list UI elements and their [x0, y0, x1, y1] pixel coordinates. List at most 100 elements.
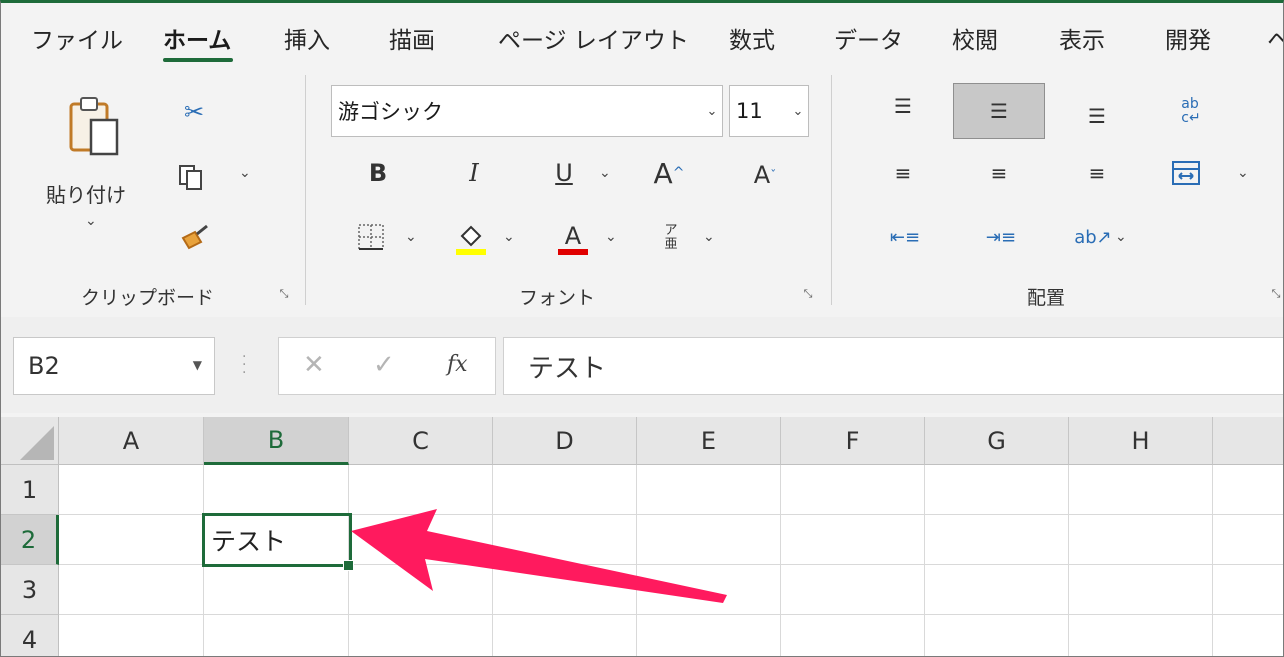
- tab-view[interactable]: 表示: [1059, 21, 1105, 55]
- column-header-c[interactable]: C: [349, 417, 493, 465]
- align-right-icon[interactable]: ≡: [1075, 155, 1119, 191]
- tab-data[interactable]: データ: [834, 21, 903, 55]
- select-all-button[interactable]: [1, 417, 59, 465]
- bold-button[interactable]: B: [361, 155, 395, 191]
- chevron-down-icon[interactable]: ▼: [193, 358, 202, 372]
- font-name-select[interactable]: 游ゴシック ⌄: [331, 85, 723, 137]
- font-color-dropdown-icon[interactable]: ⌄: [605, 229, 617, 245]
- decrease-font-size-icon[interactable]: Aˇ: [745, 155, 785, 195]
- grid-cell[interactable]: [781, 515, 925, 565]
- orientation-dropdown-icon[interactable]: ⌄: [1115, 229, 1127, 245]
- wrap-text-icon[interactable]: ab c↵: [1171, 91, 1211, 131]
- grid-cell[interactable]: [59, 615, 204, 656]
- insert-function-icon[interactable]: fx: [447, 352, 468, 377]
- cut-icon[interactable]: ✂: [177, 95, 211, 129]
- enter-icon[interactable]: ✓: [373, 350, 395, 380]
- phonetic-guide-icon[interactable]: ア亜: [655, 219, 687, 257]
- splitter-handle[interactable]: · · ·: [242, 350, 246, 380]
- grid-cell[interactable]: [1213, 515, 1283, 565]
- row-header-1[interactable]: 1: [1, 465, 59, 515]
- column-header-d[interactable]: D: [493, 417, 637, 465]
- grid-cell[interactable]: [204, 565, 349, 615]
- increase-font-size-icon[interactable]: A ^: [649, 153, 689, 193]
- grid-cell[interactable]: [493, 615, 637, 656]
- merge-center-icon[interactable]: [1167, 155, 1205, 191]
- column-header-g[interactable]: G: [925, 417, 1069, 465]
- row-header-3[interactable]: 3: [1, 565, 59, 615]
- name-box[interactable]: B2 ▼: [13, 337, 215, 395]
- copy-dropdown-icon[interactable]: ⌄: [239, 165, 251, 181]
- row-header-2[interactable]: 2: [1, 515, 59, 565]
- column-header-b[interactable]: B: [204, 417, 349, 465]
- grid-cell[interactable]: [637, 615, 781, 656]
- formula-input[interactable]: テスト: [503, 337, 1283, 395]
- font-size-select[interactable]: 11 ⌄: [729, 85, 809, 137]
- grid-cell[interactable]: [1213, 465, 1283, 515]
- borders-icon[interactable]: [353, 219, 389, 255]
- grid-cell[interactable]: [925, 465, 1069, 515]
- grid-cell[interactable]: [59, 465, 204, 515]
- tab-review[interactable]: 校閲: [952, 21, 998, 55]
- grid-cell[interactable]: [1069, 515, 1213, 565]
- grid-cell[interactable]: [349, 615, 493, 656]
- grid-cell[interactable]: [59, 565, 204, 615]
- underline-button[interactable]: U: [547, 155, 581, 191]
- underline-dropdown-icon[interactable]: ⌄: [599, 165, 611, 181]
- formula-buttons: ✕ ✓ fx: [278, 337, 496, 395]
- column-header-next[interactable]: [1213, 417, 1283, 465]
- tab-draw[interactable]: 描画: [389, 21, 435, 55]
- align-center-icon[interactable]: ≡: [977, 155, 1021, 191]
- tab-file[interactable]: ファイル: [31, 21, 123, 55]
- grid-cell[interactable]: [1213, 565, 1283, 615]
- grid-cell[interactable]: [204, 465, 349, 515]
- clipboard-launcher-icon[interactable]: ⤡: [277, 287, 291, 301]
- italic-button[interactable]: I: [457, 155, 491, 191]
- cancel-icon[interactable]: ✕: [303, 350, 325, 380]
- tab-insert[interactable]: 挿入: [284, 21, 330, 55]
- grid-cell[interactable]: [925, 615, 1069, 656]
- fill-color-icon[interactable]: [451, 219, 491, 259]
- decrease-indent-icon[interactable]: ⇤≡: [883, 219, 927, 255]
- active-cell-b2[interactable]: テスト: [202, 513, 352, 567]
- grid-cell[interactable]: [1069, 465, 1213, 515]
- ribbon: 貼り付け ⌄ ✂ ⌄ クリップボード ⤡ 游ゴシック ⌄ 11 ⌄ B I U …: [1, 69, 1283, 313]
- grid-cell[interactable]: [1069, 565, 1213, 615]
- font-launcher-icon[interactable]: ⤡: [801, 287, 815, 301]
- increase-indent-icon[interactable]: ⇥≡: [979, 219, 1023, 255]
- font-color-icon[interactable]: A: [553, 219, 593, 259]
- tab-formulas[interactable]: 数式: [729, 21, 775, 55]
- grid-cell[interactable]: [781, 465, 925, 515]
- grid-cell[interactable]: [925, 515, 1069, 565]
- format-painter-icon[interactable]: [175, 219, 215, 255]
- grid-cell[interactable]: [59, 515, 204, 565]
- tab-home[interactable]: ホーム: [163, 21, 231, 55]
- column-header-f[interactable]: F: [781, 417, 925, 465]
- orientation-icon[interactable]: ab↗: [1071, 219, 1115, 255]
- copy-icon[interactable]: [171, 159, 211, 195]
- borders-dropdown-icon[interactable]: ⌄: [405, 229, 417, 245]
- grid-cell[interactable]: [1069, 615, 1213, 656]
- merge-dropdown-icon[interactable]: ⌄: [1237, 165, 1249, 181]
- phonetic-dropdown-icon[interactable]: ⌄: [703, 229, 715, 245]
- tab-developer[interactable]: 開発: [1165, 21, 1211, 55]
- paste-icon[interactable]: [51, 91, 135, 163]
- align-top-icon[interactable]: ☰: [881, 89, 925, 123]
- paste-label[interactable]: 貼り付け: [46, 179, 126, 208]
- grid-cell[interactable]: [925, 565, 1069, 615]
- column-header-e[interactable]: E: [637, 417, 781, 465]
- grid-cell[interactable]: [204, 615, 349, 656]
- paste-dropdown-icon[interactable]: ⌄: [85, 213, 97, 229]
- grid-cell[interactable]: [1213, 615, 1283, 656]
- align-middle-icon[interactable]: ☰: [953, 83, 1045, 139]
- tab-page-layout[interactable]: ページ レイアウト: [498, 21, 689, 55]
- grid-cell[interactable]: [781, 565, 925, 615]
- tab-help[interactable]: ヘ: [1267, 21, 1283, 55]
- align-left-icon[interactable]: ≡: [881, 155, 925, 191]
- alignment-launcher-icon[interactable]: ⤡: [1269, 287, 1283, 301]
- row-header-4[interactable]: 4: [1, 615, 59, 656]
- grid-cell[interactable]: [781, 615, 925, 656]
- fill-color-dropdown-icon[interactable]: ⌄: [503, 229, 515, 245]
- column-header-a[interactable]: A: [59, 417, 204, 465]
- align-bottom-icon[interactable]: ☰: [1075, 99, 1119, 133]
- column-header-h[interactable]: H: [1069, 417, 1213, 465]
